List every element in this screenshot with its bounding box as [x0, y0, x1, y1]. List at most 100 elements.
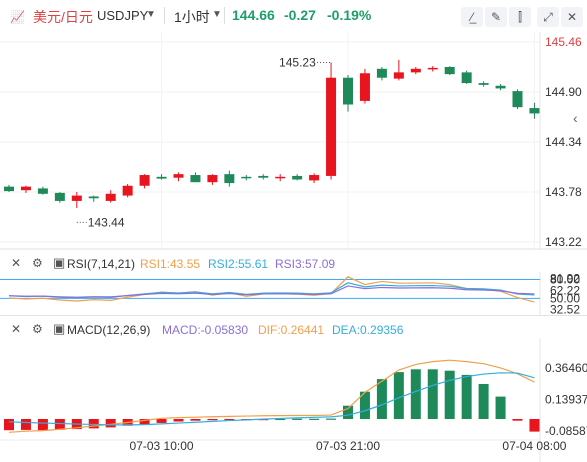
macd-histogram-bar	[512, 419, 523, 421]
y-tick-label: 143.22	[545, 235, 582, 249]
candle-body	[461, 72, 472, 84]
macd-legend: MACD:-0.05830	[162, 323, 249, 337]
macd-histogram-bar	[292, 418, 303, 420]
candle-body	[207, 175, 218, 183]
candle-body	[444, 67, 455, 75]
candle-style-icon[interactable]: ⫿	[509, 7, 531, 27]
close-icon[interactable]: ✕	[561, 7, 583, 27]
close-icon[interactable]: ✕	[11, 322, 21, 336]
candle	[122, 183, 133, 198]
candle	[461, 70, 472, 84]
macd-histogram-bar	[326, 418, 337, 420]
macd-chart[interactable]: 0.36460 0.13937 -0.08587 07-03 10:00 07-03 2…	[0, 338, 587, 462]
trend-chart-icon: 📈	[10, 10, 25, 24]
y-tick-label: 143.78	[545, 185, 582, 199]
x-tick-label: 07-04 08:00	[502, 439, 566, 453]
macd-histogram-bar	[427, 369, 438, 419]
candle-body	[258, 175, 269, 178]
dif-legend: DIF:0.26441	[258, 323, 325, 337]
draw-pen-icon[interactable]: ✎	[485, 7, 507, 27]
candle-body	[326, 77, 337, 176]
candle-body	[105, 193, 116, 201]
chevron-down-icon[interactable]: ▼	[212, 9, 222, 20]
rsi3-legend: RSI3:57.09	[275, 257, 336, 271]
candle-body	[54, 192, 65, 201]
candle	[275, 174, 286, 182]
settings-icon[interactable]: ⚙	[32, 322, 43, 336]
macd-histogram-bar	[444, 370, 455, 419]
settings-icon[interactable]: ⚙	[32, 256, 43, 270]
x-tick-label: 07-03 21:00	[316, 439, 380, 453]
macd-histogram-bar	[156, 419, 167, 423]
macd-histogram-bar	[495, 396, 506, 419]
period-selector[interactable]: 1小时	[174, 7, 210, 27]
candle	[190, 172, 201, 183]
candlestick-chart[interactable]: 145.46 144.90 144.34 143.78 143.22 145.23 143.…	[0, 32, 587, 250]
macd-y-tick-label: 0.36460	[545, 361, 587, 375]
chevron-left-icon[interactable]: ‹	[573, 110, 578, 126]
macd-histogram-bar	[190, 419, 201, 421]
candle-body	[224, 174, 235, 184]
candle	[292, 174, 303, 181]
macd-histogram-bar	[20, 419, 31, 430]
indicator-icon[interactable]: ▣	[53, 255, 65, 271]
candle-body	[529, 108, 540, 114]
high-annotation: 145.23	[279, 56, 316, 70]
candle	[4, 184, 14, 192]
candle	[478, 81, 489, 87]
rsi2-legend: RSI2:55.61	[208, 257, 269, 271]
candle-body	[122, 185, 133, 196]
candle-body	[309, 175, 320, 181]
close-icon[interactable]: ✕	[11, 256, 21, 270]
candle-body	[190, 175, 201, 183]
rsi-chart[interactable]: 81.9280.0062.2250.0032.52	[0, 272, 587, 316]
candle-body	[71, 195, 82, 201]
top-toolbar: 📈 美元/日元 USDJPY ▼ 1小时 ▼ 144.66 -0.27 -0.1…	[0, 0, 587, 32]
low-annotation: 143.44	[88, 215, 125, 229]
macd-histogram-bar	[376, 379, 387, 419]
candle-body	[393, 72, 404, 79]
x-tick-label: 07-03 10:00	[130, 439, 194, 453]
candle-body	[88, 196, 99, 199]
macd-histogram-bar	[410, 369, 421, 419]
candle	[495, 83, 506, 91]
candle	[71, 192, 82, 209]
expand-icon[interactable]: ⤢	[537, 7, 559, 27]
candle	[427, 66, 438, 72]
candle-body	[37, 188, 48, 194]
macd-histogram-bar	[4, 419, 14, 431]
indicator-icon[interactable]: ▣	[53, 321, 65, 337]
candle	[88, 195, 99, 202]
symbol-code[interactable]: USDJPY	[97, 8, 148, 23]
macd-histogram-bar	[461, 374, 472, 419]
candle	[326, 62, 337, 180]
y-tick-label: 144.90	[545, 85, 582, 99]
candle-body	[495, 85, 506, 89]
symbol-name[interactable]: 美元/日元	[33, 7, 93, 27]
macd-histogram-bar	[173, 419, 184, 422]
macd-histogram-bar	[529, 419, 540, 432]
divider	[224, 7, 225, 24]
candle	[359, 68, 370, 104]
candle-body	[4, 186, 14, 192]
y-tick-label: 145.46	[545, 35, 582, 49]
candle	[393, 59, 404, 81]
y-tick-label: 144.34	[545, 135, 582, 149]
candle-body	[376, 68, 387, 78]
macd-y-tick-label: -0.08587	[545, 424, 587, 438]
candle-body	[512, 91, 523, 108]
candle	[410, 67, 421, 75]
chevron-down-icon[interactable]: ▼	[146, 9, 156, 20]
price-change-percent: -0.19%	[327, 7, 372, 23]
candle-body	[20, 186, 31, 191]
dif-line	[8, 359, 535, 433]
macd-histogram-bar	[309, 418, 320, 420]
line-tool-icon[interactable]: ⁄̲	[461, 7, 483, 27]
candle-body	[241, 176, 252, 179]
rsi-y-tick-label: 32.52	[550, 302, 580, 316]
dea-legend: DEA:0.29356	[332, 323, 404, 337]
macd-histogram-bar	[207, 419, 218, 421]
price-change: -0.27	[284, 7, 316, 23]
candle	[54, 192, 65, 203]
rsi-header: RSI(7,14,21)	[67, 257, 136, 271]
